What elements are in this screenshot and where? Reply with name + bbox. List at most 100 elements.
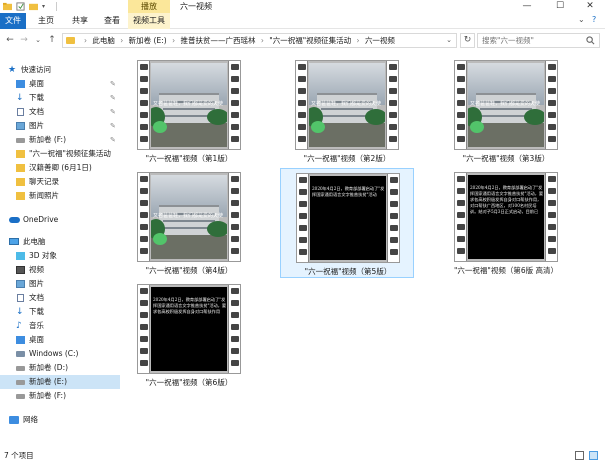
- sidebar-item-downloads[interactable]: ↓ 下载 ✎: [0, 91, 120, 105]
- breadcrumb-drive-e[interactable]: 新加卷 (E:): [129, 36, 167, 45]
- quick-access-dropdown-icon[interactable]: ▾: [42, 2, 51, 11]
- pin-icon[interactable]: ✎: [110, 105, 116, 119]
- tab-view[interactable]: 查看: [96, 13, 128, 29]
- thumbnail-green-sticker: [311, 121, 325, 133]
- breadcrumb-current-folder[interactable]: 六一视频: [365, 36, 395, 45]
- sidebar-item-label: 新加卷 (D:): [29, 363, 69, 372]
- sidebar-item-documents-pc[interactable]: 文档: [0, 291, 120, 305]
- sprocket-hole: [548, 212, 556, 218]
- pin-icon[interactable]: ✎: [110, 77, 116, 91]
- up-button[interactable]: ↑: [46, 33, 58, 47]
- sidebar-item-label: 桌面: [29, 335, 44, 344]
- sidebar-item-drive-e[interactable]: 新加卷 (E:): [0, 375, 120, 389]
- sprocket-hole: [231, 360, 239, 366]
- breadcrumb-separator: ›: [84, 36, 87, 45]
- properties-icon[interactable]: [16, 2, 25, 11]
- breadcrumb-separator[interactable]: ›: [120, 36, 123, 45]
- sprocket-hole: [140, 324, 148, 330]
- address-bar[interactable]: › 此电脑 › 新加卷 (E:) › 推普扶贫——广西瑶林 › "六一祝福"视频…: [62, 33, 457, 48]
- breadcrumb-event-folder[interactable]: "六一祝福"视频征集活动: [269, 36, 351, 45]
- sidebar-item-music[interactable]: ♪ 音乐: [0, 319, 120, 333]
- sidebar-item-documents[interactable]: 文档 ✎: [0, 105, 120, 119]
- sidebar-item-drive-d[interactable]: 新加卷 (D:): [0, 361, 120, 375]
- sidebar-item-videos[interactable]: 视频: [0, 263, 120, 277]
- breadcrumb-separator[interactable]: ›: [261, 36, 264, 45]
- maximize-button[interactable]: ☐: [545, 0, 575, 13]
- film-sprocket-strip: [387, 174, 399, 262]
- sidebar-item-event-folder[interactable]: "六一祝福"视频征集活动: [0, 147, 120, 161]
- breadcrumb-separator[interactable]: ›: [172, 36, 175, 45]
- sprocket-hole: [140, 248, 148, 254]
- film-sprocket-strip: [545, 61, 557, 149]
- tab-home[interactable]: 主页: [30, 13, 62, 29]
- sidebar-item-pictures[interactable]: 图片 ✎: [0, 119, 120, 133]
- pin-icon[interactable]: ✎: [110, 119, 116, 133]
- search-input[interactable]: [482, 34, 592, 47]
- file-item[interactable]: 又名爸爸鞋，我们都是爱的天使 "六一祝福"视频（第4版）: [122, 168, 256, 278]
- sprocket-hole: [140, 224, 148, 230]
- sidebar-item-chat-records[interactable]: 聊天记录: [0, 175, 120, 189]
- pin-icon[interactable]: ✎: [110, 133, 116, 147]
- sprocket-hole: [140, 348, 148, 354]
- sidebar-item-pictures-pc[interactable]: 图片: [0, 277, 120, 291]
- close-button[interactable]: ✕: [575, 0, 605, 13]
- address-dropdown-icon[interactable]: ⌄: [446, 34, 452, 47]
- sprocket-hole: [231, 224, 239, 230]
- file-name: "六一祝福"视频（第1版）: [145, 154, 233, 163]
- tab-file[interactable]: 文件: [0, 13, 26, 29]
- sidebar-item-news-photos[interactable]: 新闻照片: [0, 189, 120, 203]
- context-tab-play[interactable]: 播放: [128, 0, 170, 13]
- search-box[interactable]: [477, 33, 600, 48]
- sprocket-hole: [140, 136, 148, 142]
- back-button[interactable]: ←: [4, 33, 16, 47]
- sidebar-item-drive-c[interactable]: Windows (C:): [0, 347, 120, 361]
- sprocket-hole: [548, 236, 556, 242]
- sidebar-item-onedrive[interactable]: OneDrive: [0, 213, 120, 227]
- forward-button[interactable]: →: [18, 33, 30, 47]
- sidebar-item-downloads-pc[interactable]: ↓ 下载: [0, 305, 120, 319]
- sidebar-item-label: 网络: [23, 415, 38, 424]
- sidebar-item-network[interactable]: 网络: [0, 413, 120, 427]
- recent-locations-button[interactable]: ⌄: [32, 33, 44, 47]
- cube-icon: [16, 252, 25, 260]
- details-view-button[interactable]: [575, 451, 584, 460]
- breadcrumb-poverty-folder[interactable]: 推普扶贫——广西瑶林: [180, 36, 255, 45]
- refresh-button[interactable]: ↻: [460, 33, 475, 48]
- sprocket-hole: [299, 177, 307, 183]
- sidebar-item-drive-f-pinned[interactable]: 新加卷 (F:) ✎: [0, 133, 120, 147]
- sidebar-item-label: 聊天记录: [29, 177, 59, 186]
- sprocket-hole: [457, 200, 465, 206]
- file-item[interactable]: 又名爸爸鞋，我们都是爱的天使 "六一祝福"视频（第3版）: [439, 56, 573, 166]
- desktop-icon: [16, 336, 25, 344]
- tab-share[interactable]: 共享: [64, 13, 96, 29]
- ribbon-collapse-button[interactable]: ⌄: [578, 15, 585, 24]
- sprocket-hole: [140, 336, 148, 342]
- sprocket-hole: [231, 336, 239, 342]
- sidebar-item-folder-june[interactable]: 汉籍善卿 (6月1日): [0, 161, 120, 175]
- sprocket-hole: [231, 124, 239, 130]
- new-folder-icon[interactable]: [29, 2, 38, 11]
- minimize-button[interactable]: —: [512, 0, 542, 13]
- pin-icon[interactable]: ✎: [110, 91, 116, 105]
- sidebar-item-desktop-pc[interactable]: 桌面: [0, 333, 120, 347]
- sprocket-hole: [231, 312, 239, 318]
- file-item[interactable]: 又名爸爸鞋，我们都是爱的天使 "六一祝福"视频（第1版）: [122, 56, 256, 166]
- sprocket-hole: [389, 136, 397, 142]
- breadcrumb-separator[interactable]: ›: [357, 36, 360, 45]
- sidebar-item-quick-access[interactable]: ★ 快速访问: [0, 63, 120, 77]
- file-item[interactable]: 2020年4月2日，教育部部署启动了"发挥国家通用语言文字推普扶贫"活动 "六一祝…: [280, 168, 414, 278]
- file-item[interactable]: 又名爸爸鞋，我们都是爱的天使 "六一祝福"视频（第2版）: [280, 56, 414, 166]
- file-item[interactable]: 2020年4月2日，教育部部署启动了"发挥国家通用语言文字推普扶贫"活动，要求各…: [439, 168, 573, 278]
- tab-video-tools[interactable]: 视频工具: [128, 13, 170, 29]
- sidebar-item-3d-objects[interactable]: 3D 对象: [0, 249, 120, 263]
- navigation-pane: ★ 快速访问 桌面 ✎ ↓ 下载 ✎ 文档 ✎ 图片 ✎ 新加卷 (F:) ✎ …: [0, 55, 120, 445]
- sidebar-item-desktop[interactable]: 桌面 ✎: [0, 77, 120, 91]
- file-item[interactable]: 2020年4月2日，教育部部署启动了"发挥国家通用语言文字推普扶贫"活动，要求各…: [122, 280, 256, 390]
- help-button[interactable]: ?: [592, 15, 596, 24]
- sprocket-hole: [390, 237, 398, 243]
- sprocket-hole: [140, 88, 148, 94]
- large-icons-view-button[interactable]: [589, 451, 598, 460]
- breadcrumb-this-pc[interactable]: 此电脑: [92, 36, 115, 45]
- sidebar-item-drive-f[interactable]: 新加卷 (F:): [0, 389, 120, 403]
- sidebar-item-this-pc[interactable]: 此电脑: [0, 235, 120, 249]
